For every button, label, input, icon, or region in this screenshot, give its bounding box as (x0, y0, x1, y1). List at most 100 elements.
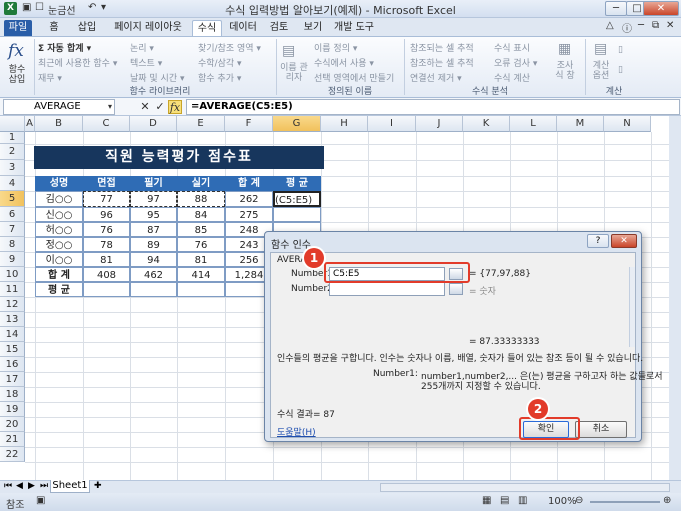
row-header-11[interactable]: 11 (0, 282, 25, 297)
data-cell[interactable]: 81 (83, 252, 130, 267)
help-icon[interactable]: ⓘ (622, 20, 632, 35)
row-header-22[interactable]: 22 (0, 447, 25, 462)
autosum-button[interactable]: Σ 자동 합계 ▾ (38, 41, 91, 54)
column-header-b[interactable]: B (35, 116, 83, 132)
data-cell[interactable]: 76 (83, 222, 130, 237)
column-header-m[interactable]: M (557, 116, 604, 132)
ribbon-minimize-icon[interactable]: △ (606, 20, 614, 31)
minimize-button[interactable]: ─ (605, 1, 627, 16)
row-header-13[interactable]: 13 (0, 312, 25, 327)
select-all-corner[interactable] (0, 116, 25, 132)
data-cell[interactable]: 76 (177, 237, 225, 252)
row-header-9[interactable]: 9 (0, 252, 25, 267)
name-box-dropdown-icon[interactable]: ▾ (103, 100, 117, 114)
row-header-17[interactable]: 17 (0, 372, 25, 387)
data-cell[interactable]: 275 (225, 207, 273, 222)
column-header-k[interactable]: K (463, 116, 510, 132)
column-header-a[interactable]: A (25, 116, 35, 132)
datetime-button[interactable]: 날짜 및 시간 ▾ (130, 71, 185, 84)
average-cell[interactable] (130, 282, 177, 297)
horizontal-scrollbar[interactable] (380, 483, 670, 492)
total-cell[interactable]: 462 (130, 267, 177, 282)
calc-sheet-icon[interactable]: ▯ (618, 65, 623, 75)
macro-record-icon[interactable]: ▣ (36, 495, 45, 506)
doc-close-icon[interactable]: ✕ (666, 20, 674, 31)
data-cell[interactable] (273, 207, 321, 222)
calc-options-icon[interactable]: ▤ (594, 41, 607, 57)
average-cell[interactable] (177, 282, 225, 297)
data-cell[interactable]: 85 (177, 222, 225, 237)
financial-button[interactable]: 재무 ▾ (38, 71, 62, 84)
normal-view-icon[interactable]: ▦ (482, 495, 491, 506)
error-checking-button[interactable]: 오류 검사 ▾ (494, 56, 537, 69)
column-header-l[interactable]: L (510, 116, 557, 132)
column-header-n[interactable]: N (604, 116, 651, 132)
next-sheet-icon[interactable]: ▶ (28, 481, 35, 491)
column-header-f[interactable]: F (225, 116, 273, 132)
header-cell[interactable]: 평 균 (273, 176, 321, 191)
name-manager-icon[interactable]: ▤ (282, 43, 295, 59)
more-functions-button[interactable]: 함수 추가 ▾ (198, 71, 241, 84)
data-cell[interactable]: 77 (83, 191, 130, 207)
row-header-7[interactable]: 7 (0, 222, 25, 237)
watch-window-button[interactable]: 조사식 창 (553, 61, 577, 81)
logical-button[interactable]: 논리 ▾ (130, 41, 154, 54)
data-cell[interactable]: 허○○ (35, 222, 83, 237)
tab-insert[interactable]: 삽입 (74, 20, 100, 36)
tab-formulas[interactable]: 수식 (192, 20, 222, 36)
row-header-21[interactable]: 21 (0, 432, 25, 447)
total-cell[interactable]: 408 (83, 267, 130, 282)
data-cell[interactable]: 81 (177, 252, 225, 267)
trace-dependents-button[interactable]: 참조하는 셀 추적 (410, 56, 474, 69)
calc-options-button[interactable]: 계산 옵션 (590, 61, 612, 81)
fx-button[interactable]: fx (168, 100, 182, 114)
column-header-j[interactable]: J (416, 116, 463, 132)
number2-input[interactable] (329, 282, 445, 296)
column-header-i[interactable]: I (368, 116, 416, 132)
data-cell[interactable]: 김○○ (35, 191, 83, 207)
sheet-tab-sheet1[interactable]: Sheet1 (50, 480, 90, 493)
cancel-formula-button[interactable]: ✕ (138, 100, 152, 114)
tab-view[interactable]: 보기 (300, 20, 326, 36)
row-header-2[interactable]: 2 (0, 144, 25, 160)
create-from-selection-button[interactable]: 선택 영역에서 만들기 (314, 71, 394, 84)
name-box[interactable]: AVERAGE (3, 99, 115, 115)
doc-restore-icon[interactable]: ⧉ (652, 20, 659, 31)
row-header-18[interactable]: 18 (0, 387, 25, 402)
tab-file[interactable]: 파일 (4, 20, 32, 36)
recent-functions-button[interactable]: 최근에 사용한 함수 ▾ (38, 56, 117, 69)
column-header-h[interactable]: H (321, 116, 368, 132)
row-header-20[interactable]: 20 (0, 417, 25, 432)
data-cell[interactable]: 94 (130, 252, 177, 267)
column-header-e[interactable]: E (177, 116, 225, 132)
header-cell[interactable]: 실기 (177, 176, 225, 191)
row-header-10[interactable]: 10 (0, 267, 25, 282)
data-cell[interactable]: 신○○ (35, 207, 83, 222)
header-cell[interactable]: 필기 (130, 176, 177, 191)
active-cell[interactable]: (C5:E5) (273, 191, 321, 207)
row-header-19[interactable]: 19 (0, 402, 25, 417)
name-manager-button[interactable]: 이름 관리자 (280, 63, 308, 83)
zoom-in-icon[interactable]: ⊕ (663, 495, 671, 506)
calc-now-icon[interactable]: ▯ (618, 45, 623, 55)
data-cell[interactable]: 89 (130, 237, 177, 252)
row-header-1[interactable]: 1 (0, 132, 25, 144)
close-button[interactable]: ✕ (643, 1, 679, 16)
data-cell[interactable]: 95 (130, 207, 177, 222)
data-cell[interactable]: 이○○ (35, 252, 83, 267)
insert-function-icon[interactable]: fx (8, 41, 24, 61)
lookup-button[interactable]: 찾기/참조 영역 ▾ (198, 41, 261, 54)
insert-function-button[interactable]: 함수 삽입 (6, 65, 28, 85)
help-link[interactable]: 도움말(H) (277, 425, 316, 438)
tab-home[interactable]: 홈 (44, 20, 64, 36)
watch-window-icon[interactable]: ▦ (558, 41, 571, 57)
row-header-8[interactable]: 8 (0, 237, 25, 252)
data-cell[interactable]: 84 (177, 207, 225, 222)
remove-arrows-button[interactable]: 연결선 제거 ▾ (410, 71, 462, 84)
row-header-15[interactable]: 15 (0, 342, 25, 357)
page-layout-view-icon[interactable]: ▤ (500, 495, 509, 506)
use-in-formula-button[interactable]: 수식에서 사용 ▾ (314, 56, 374, 69)
enter-formula-button[interactable]: ✓ (153, 100, 167, 114)
cancel-button[interactable]: 취소 (575, 421, 627, 438)
collapse-dialog-icon-2[interactable] (449, 283, 463, 295)
